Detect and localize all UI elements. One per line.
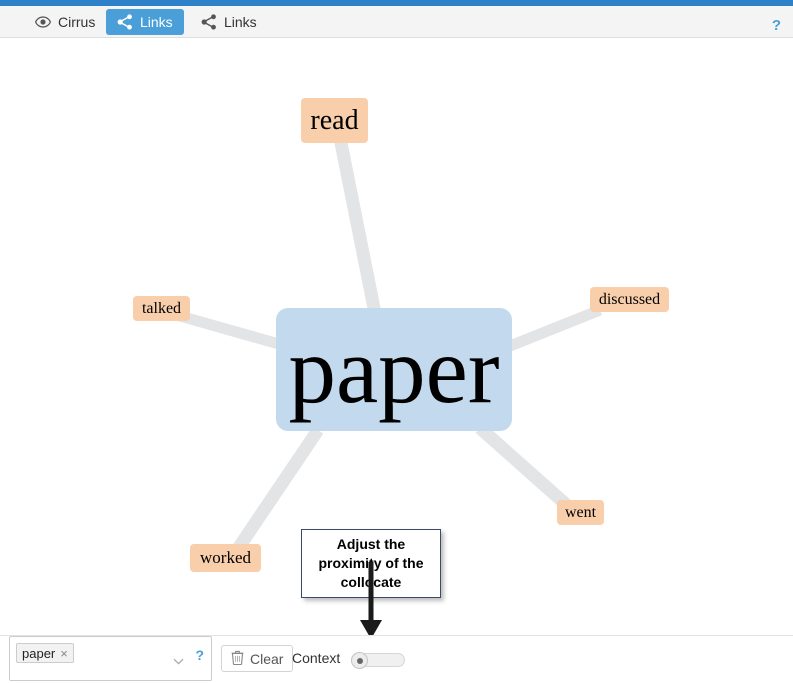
context-slider-handle[interactable] — [351, 652, 368, 669]
close-icon[interactable]: × — [60, 646, 68, 661]
graph-center-node[interactable]: paper — [276, 308, 512, 431]
tab-links-label: Links — [224, 14, 257, 30]
context-slider[interactable] — [351, 652, 405, 669]
search-term-input[interactable]: paper × ? — [9, 636, 212, 681]
share-icon — [117, 14, 133, 30]
tab-links-active[interactable]: Links — [106, 9, 184, 35]
term-help-icon[interactable]: ? — [195, 647, 204, 663]
graph-node-read[interactable]: read — [301, 98, 368, 143]
share-icon — [201, 14, 217, 30]
tab-cirrus[interactable]: Cirrus — [24, 9, 106, 35]
tab-links[interactable]: Links — [190, 9, 268, 35]
graph-node-talked[interactable]: talked — [133, 296, 190, 321]
term-token[interactable]: paper × — [16, 643, 74, 663]
graph-node-went[interactable]: went — [557, 500, 604, 525]
help-icon[interactable]: ? — [772, 18, 781, 33]
trash-icon — [231, 650, 244, 668]
clear-button-label: Clear — [250, 650, 284, 667]
callout-box: Adjust the proximity of the collocate — [301, 529, 441, 598]
term-token-label: paper — [22, 645, 56, 661]
graph-node-worked[interactable]: worked — [190, 544, 261, 572]
context-label: Context — [292, 650, 341, 666]
eye-icon — [35, 14, 51, 30]
chevron-down-icon[interactable] — [173, 658, 184, 665]
links-graph-canvas[interactable]: paper read talked discussed went worked … — [0, 38, 793, 635]
view-tab-bar: Cirrus Links Links ? — [0, 6, 793, 38]
clear-button[interactable]: Clear — [221, 645, 294, 672]
tab-links-active-label: Links — [140, 14, 173, 30]
tab-cirrus-label: Cirrus — [58, 14, 96, 30]
graph-node-discussed[interactable]: discussed — [590, 287, 669, 312]
